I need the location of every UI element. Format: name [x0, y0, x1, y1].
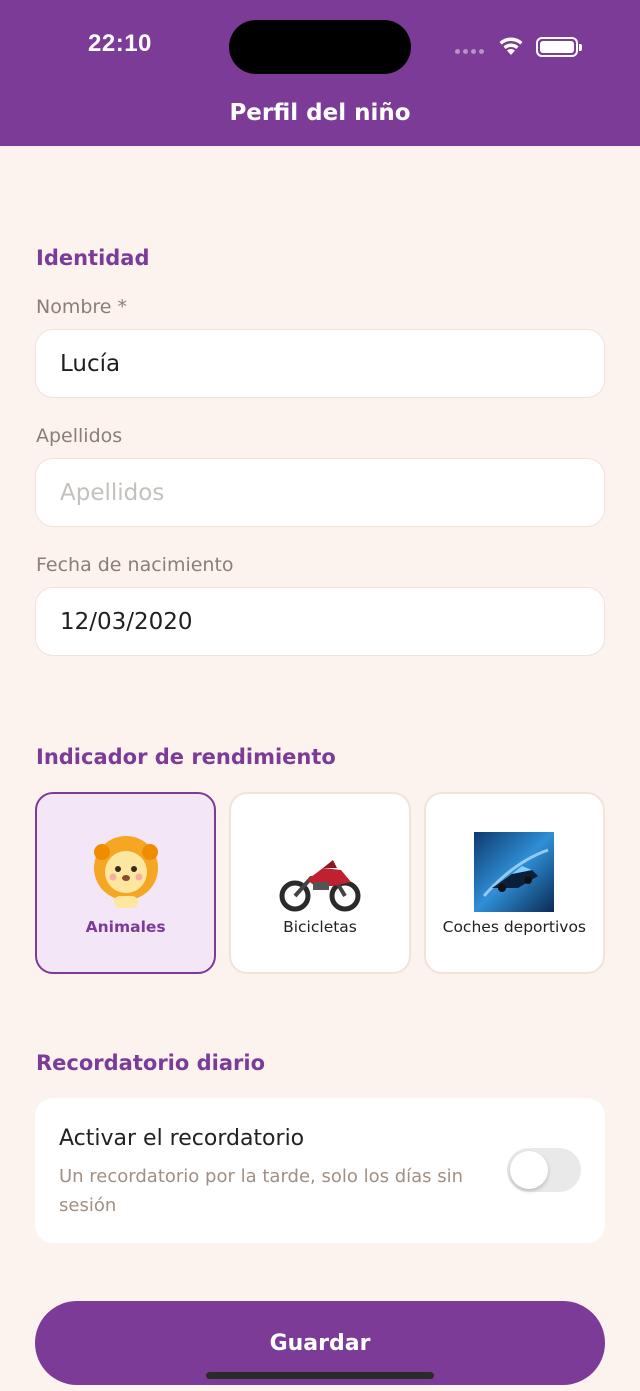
reminder-toggle[interactable]	[507, 1148, 581, 1192]
reminder-description: Un recordatorio por la tarde, solo los d…	[59, 1166, 464, 1216]
last-name-label: Apellidos	[36, 425, 123, 447]
lion-icon	[85, 832, 167, 912]
last-name-field[interactable]: Apellidos	[35, 458, 605, 527]
option-label: Coches deportivos	[442, 918, 586, 936]
reminder-title: Activar el recordatorio	[59, 1126, 305, 1151]
performance-section-title: Indicador de rendimiento	[36, 745, 336, 769]
reminder-card: Activar el recordatorio Un recordatorio …	[35, 1098, 605, 1243]
birth-date-field[interactable]: 12/03/2020	[35, 587, 605, 656]
first-name-label: Nombre *	[36, 296, 128, 318]
toggle-knob	[510, 1151, 548, 1189]
identity-section-title: Identidad	[36, 246, 150, 270]
dynamic-island	[229, 20, 411, 74]
battery-icon	[536, 37, 582, 57]
reminder-section-title: Recordatorio diario	[36, 1051, 265, 1075]
option-label: Animales	[85, 918, 166, 936]
option-coches-deportivos[interactable]: Coches deportivos	[423, 792, 605, 974]
home-indicator	[206, 1372, 434, 1379]
page-title: Perfil del niño	[229, 100, 411, 126]
motorcycle-icon	[279, 832, 361, 912]
app-header: 22:10 Perfil del niño	[0, 0, 640, 146]
wifi-icon	[499, 37, 523, 55]
option-bicicletas[interactable]: Bicicletas	[229, 792, 411, 974]
status-time: 22:10	[88, 30, 152, 57]
first-name-field[interactable]: Lucía	[35, 329, 605, 398]
cellular-signal-icon	[455, 49, 484, 54]
birth-date-label: Fecha de nacimiento	[36, 554, 234, 576]
option-label: Bicicletas	[283, 918, 357, 936]
performance-options: Animales Bicicletas Coches deportivos	[35, 792, 605, 974]
sports-car-icon	[473, 832, 555, 912]
option-animales[interactable]: Animales	[35, 792, 217, 974]
